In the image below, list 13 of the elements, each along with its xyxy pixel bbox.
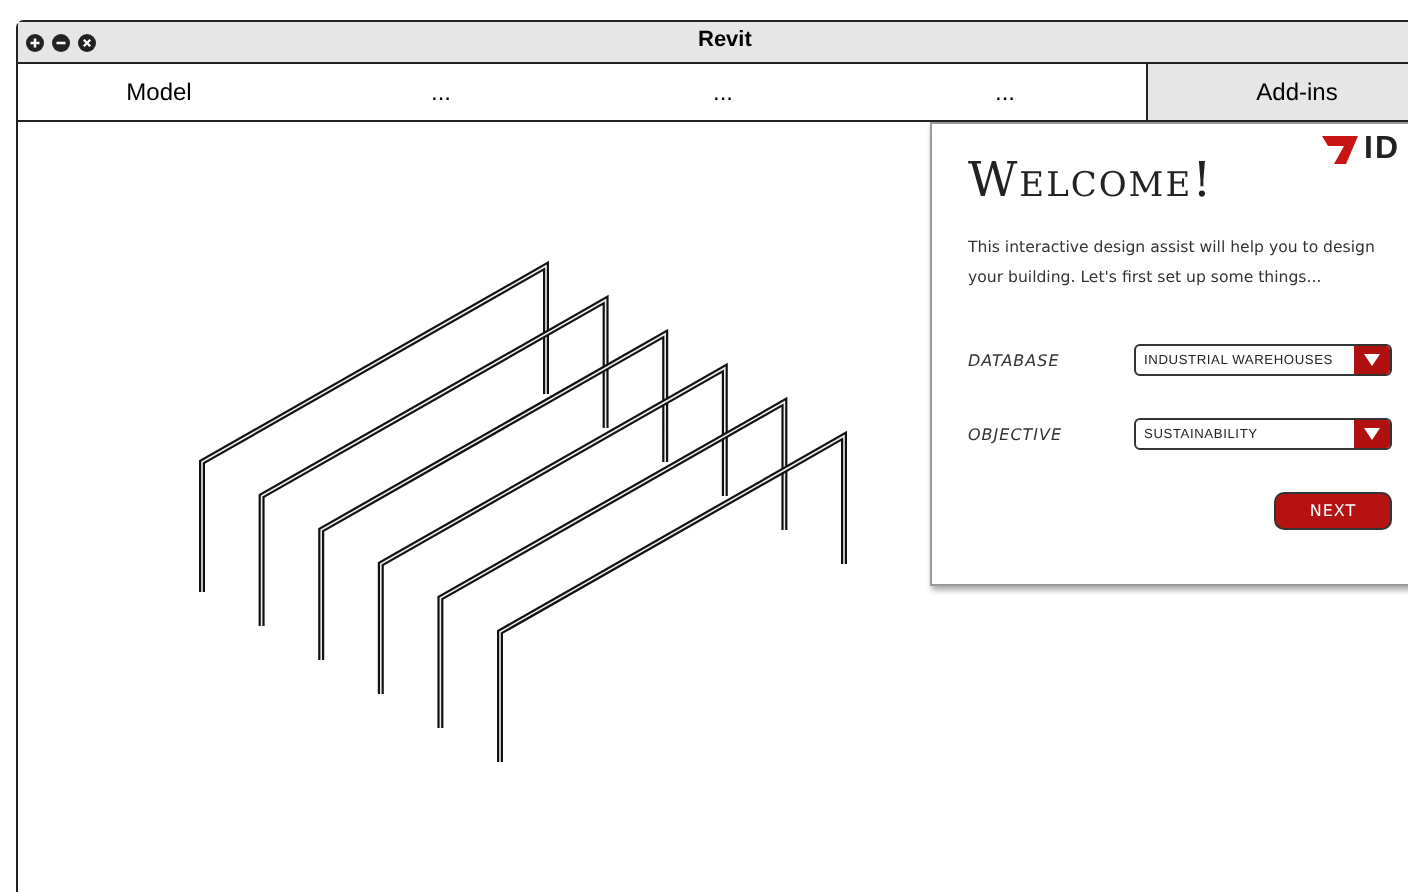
logo-icon — [1322, 136, 1358, 164]
next-button[interactable]: NEXT — [1274, 492, 1392, 530]
window-title: Revit — [698, 28, 752, 52]
field-label: DATABASE — [968, 351, 1060, 369]
logo-text: ID — [1364, 132, 1400, 168]
maximize-icon[interactable] — [26, 33, 44, 51]
caret-icon — [1364, 428, 1380, 440]
caret-icon — [1364, 354, 1380, 366]
close-icon[interactable] — [78, 33, 96, 51]
field-label: OBJECTIVE — [968, 425, 1063, 443]
welcome-heading: Welcome! — [968, 152, 1214, 208]
ribbon-tab[interactable]: Add-ins — [1146, 64, 1408, 120]
minimize-icon[interactable] — [52, 33, 70, 51]
